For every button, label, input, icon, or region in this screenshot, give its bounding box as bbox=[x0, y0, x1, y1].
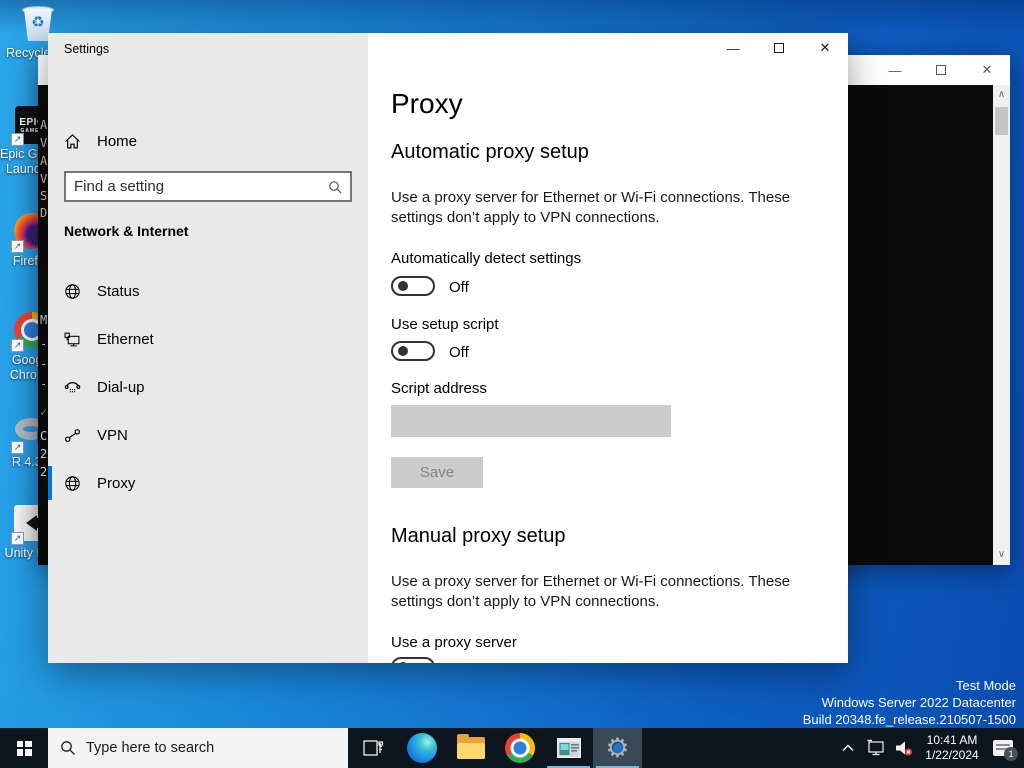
system-tray: 10:41 AM 1/22/2024 1 bbox=[836, 728, 1024, 768]
script-address-label: Script address bbox=[391, 380, 487, 397]
use-proxy-server-toggle[interactable] bbox=[391, 657, 435, 663]
automatic-proxy-heading: Automatic proxy setup bbox=[391, 141, 589, 163]
settings-window: Settings — ✕ Home Find a setting Network… bbox=[48, 33, 848, 663]
taskbar-search-placeholder: Type here to search bbox=[86, 740, 215, 756]
shortcut-arrow-icon: ↗ bbox=[11, 339, 24, 352]
settings-taskbar-button[interactable]: ⚙ bbox=[593, 728, 642, 768]
tray-clock[interactable]: 10:41 AM 1/22/2024 bbox=[920, 733, 984, 763]
scroll-down-icon[interactable]: ∨ bbox=[993, 547, 1010, 563]
taskbar-search[interactable]: Type here to search bbox=[48, 728, 348, 768]
use-proxy-server-label: Use a proxy server bbox=[391, 634, 517, 651]
shortcut-arrow-icon: ↗ bbox=[11, 441, 24, 454]
sidebar-item-vpn[interactable]: VPN bbox=[48, 415, 368, 455]
start-button[interactable] bbox=[0, 728, 48, 768]
home-icon bbox=[65, 133, 80, 148]
setup-script-label: Use setup script bbox=[391, 316, 499, 333]
shortcut-arrow-icon: ↗ bbox=[11, 133, 24, 146]
home-label: Home bbox=[97, 132, 138, 150]
sidebar-item-label: Status bbox=[97, 282, 140, 300]
taskbar: Type here to search ⚙ 10:41 bbox=[0, 728, 1024, 768]
scroll-up-icon[interactable]: ∧ bbox=[993, 87, 1010, 103]
manual-proxy-description: Use a proxy server for Ethernet or Wi-Fi… bbox=[391, 573, 791, 610]
edge-icon bbox=[406, 733, 437, 763]
background-close-button[interactable]: ✕ bbox=[964, 55, 1010, 85]
sidebar-item-ethernet[interactable]: Ethernet bbox=[48, 319, 368, 359]
notification-center-button[interactable]: 1 bbox=[988, 728, 1018, 768]
file-explorer-button[interactable] bbox=[446, 728, 495, 768]
settings-gear-icon: ⚙ bbox=[603, 733, 633, 763]
sidebar-item-label: Dial-up bbox=[97, 378, 145, 396]
status-icon bbox=[65, 283, 80, 299]
dial-up-icon bbox=[64, 381, 81, 392]
proxy-page: Proxy Automatic proxy setup Use a proxy … bbox=[391, 33, 848, 663]
setup-script-toggle[interactable] bbox=[391, 341, 435, 361]
background-minimize-button[interactable]: — bbox=[872, 55, 918, 85]
sidebar-section-header: Network & Internet bbox=[64, 223, 189, 239]
tray-time: 10:41 AM bbox=[926, 733, 978, 747]
sidebar-item-dial-up[interactable]: Dial-up bbox=[48, 367, 368, 407]
volume-muted-icon[interactable] bbox=[892, 728, 916, 768]
task-view-button[interactable] bbox=[348, 728, 397, 768]
test-mode-watermark: Test Mode Windows Server 2022 Datacenter… bbox=[802, 678, 1016, 727]
scrollbar-thumb[interactable] bbox=[995, 107, 1008, 135]
tray-expand-chevron-icon[interactable] bbox=[836, 728, 860, 768]
shortcut-arrow-icon: ↗ bbox=[11, 532, 24, 545]
proxy-icon bbox=[65, 475, 80, 491]
chrome-icon bbox=[504, 733, 535, 763]
sidebar-item-proxy[interactable]: Proxy bbox=[48, 463, 368, 503]
detect-settings-label: Automatically detect settings bbox=[391, 250, 582, 267]
sidebar-item-label: VPN bbox=[97, 426, 128, 444]
notification-badge: 1 bbox=[1004, 747, 1018, 761]
desktop: ♻ Recycle Bin EPIC GAMES ↗ Epic Games Laun… bbox=[0, 0, 1024, 768]
manual-proxy-heading: Manual proxy setup bbox=[391, 525, 566, 547]
search-icon bbox=[61, 741, 75, 755]
save-button[interactable]: Save bbox=[391, 457, 483, 488]
vpn-icon bbox=[65, 428, 80, 442]
setup-script-state: Off bbox=[449, 344, 469, 361]
automatic-proxy-description: Use a proxy server for Ethernet or Wi-Fi… bbox=[391, 189, 791, 226]
background-maximize-button[interactable] bbox=[918, 55, 964, 85]
window-title: Settings bbox=[64, 42, 110, 56]
network-icon[interactable] bbox=[864, 728, 888, 768]
detect-settings-state: Off bbox=[449, 279, 469, 296]
detect-settings-toggle[interactable] bbox=[391, 276, 435, 296]
ethernet-icon bbox=[64, 332, 80, 346]
file-explorer-icon bbox=[456, 734, 485, 759]
settings-maximize-button[interactable] bbox=[756, 33, 802, 63]
settings-minimize-button[interactable]: — bbox=[710, 33, 756, 63]
tray-date: 1/22/2024 bbox=[925, 748, 979, 762]
edge-button[interactable] bbox=[397, 728, 446, 768]
chrome-button[interactable] bbox=[495, 728, 544, 768]
settings-close-button[interactable]: ✕ bbox=[802, 33, 848, 63]
task-view-icon bbox=[362, 740, 383, 756]
background-scrollbar[interactable]: ∧ ∨ bbox=[993, 85, 1010, 565]
sidebar-item-label: Ethernet bbox=[97, 330, 154, 348]
page-title: Proxy bbox=[391, 88, 463, 119]
search-placeholder: Find a setting bbox=[74, 178, 165, 195]
sidebar-item-home[interactable]: Home bbox=[64, 123, 137, 159]
system-app-button[interactable] bbox=[544, 728, 593, 768]
sidebar-item-status[interactable]: Status bbox=[48, 271, 368, 311]
shortcut-arrow-icon: ↗ bbox=[11, 240, 24, 253]
script-address-input[interactable] bbox=[391, 405, 671, 437]
search-icon[interactable] bbox=[328, 180, 350, 194]
windows-logo-icon bbox=[16, 740, 32, 756]
find-setting-search[interactable]: Find a setting bbox=[64, 171, 352, 202]
system-app-icon bbox=[556, 738, 581, 758]
sidebar-item-label: Proxy bbox=[97, 474, 136, 492]
